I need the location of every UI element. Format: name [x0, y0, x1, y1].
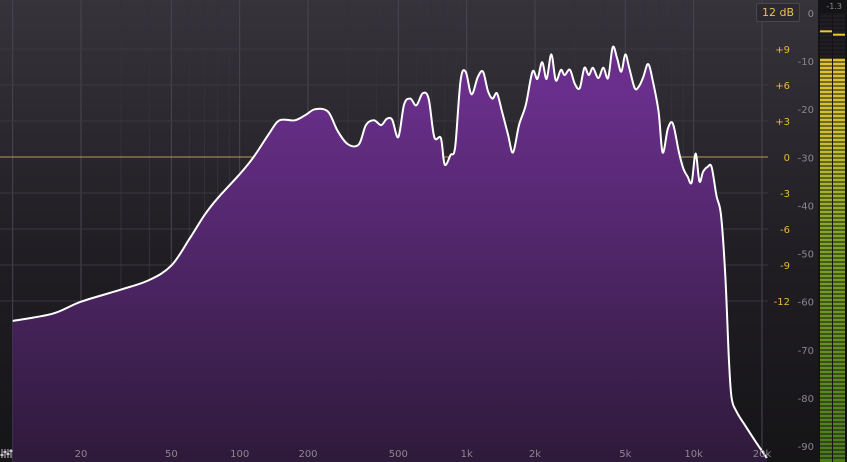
db-level-label: -60: [798, 298, 814, 309]
range-button[interactable]: 12 dB: [756, 3, 800, 22]
frequency-label: 10k: [684, 449, 703, 460]
frequency-label: 20k: [753, 449, 772, 460]
eq-gain-label: -12: [774, 297, 790, 308]
frequency-label: 5k: [619, 449, 631, 460]
db-level-label: -80: [798, 394, 814, 405]
eq-gain-label: -9: [780, 261, 790, 272]
eq-gain-label: -3: [780, 189, 790, 200]
meter-right-peak: [833, 33, 845, 36]
db-level-label: -30: [798, 153, 814, 164]
db-level-label: -10: [798, 57, 814, 68]
eq-gain-label: +9: [775, 45, 790, 56]
spectrum-plot[interactable]: 20 50 100 200 500 1k 2k 5k 10k 20k +9+6+30-3-6-9-…: [0, 0, 818, 462]
db-level-label: -70: [798, 346, 814, 357]
spectrum-analyzer-window: 20 50 100 200 500 1k 2k 5k 10k 20k +9 +6 +3 0 -3 -6 -9-…: [0, 0, 847, 462]
db-level-label: -20: [798, 105, 814, 116]
eq-gain-label: +6: [775, 81, 790, 92]
db-level-label: -90: [798, 442, 814, 453]
frequency-label: 500: [389, 449, 408, 460]
frequency-label: 100: [230, 449, 249, 460]
db-level-label: -50: [798, 250, 814, 261]
eq-gain-label: 0: [784, 153, 790, 164]
frequency-label: 2k: [529, 449, 541, 460]
settings-icon[interactable]: [0, 447, 14, 459]
eq-gain-label: -6: [780, 225, 790, 236]
eq-gain-label: +3: [775, 117, 790, 128]
db-level-label: -40: [798, 201, 814, 212]
frequency-label: 1k: [461, 449, 473, 460]
frequency-label: 200: [298, 449, 317, 460]
meter-peak-readout: -1.3: [826, 2, 842, 11]
frequency-label: 50: [165, 449, 178, 460]
frequency-label: 20: [75, 449, 88, 460]
db-level-label: 0: [808, 9, 814, 20]
level-meter: -1.3: [818, 0, 847, 462]
meter-left-peak: [820, 30, 832, 33]
